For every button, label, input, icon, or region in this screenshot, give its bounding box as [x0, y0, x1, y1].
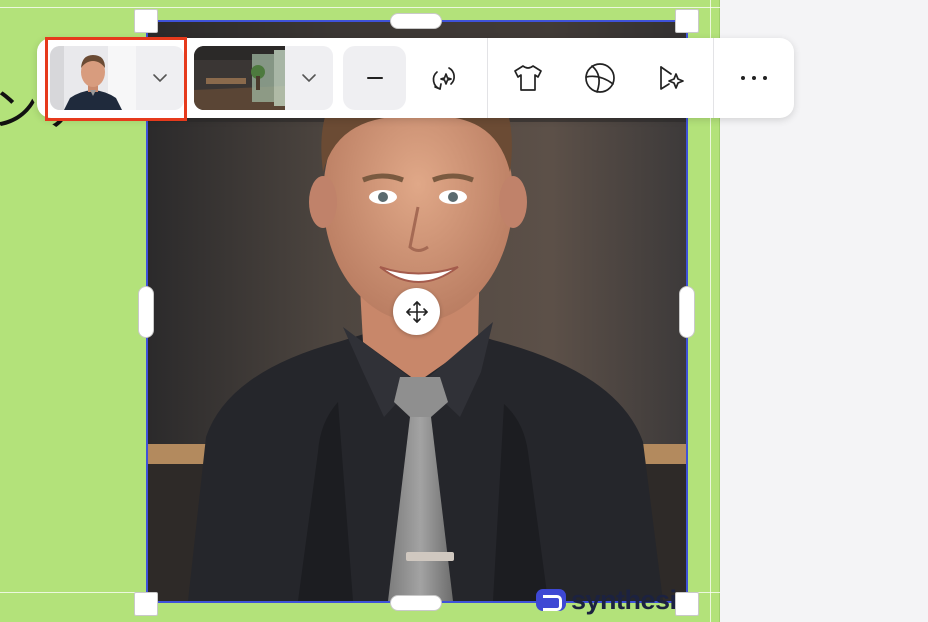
toolbar-divider [713, 38, 714, 118]
resize-handle-bottom-left[interactable] [134, 592, 158, 616]
editor-canvas: ンケ [0, 0, 928, 622]
gesture-sparkle-icon [432, 67, 455, 90]
resize-handle-bottom[interactable] [390, 595, 442, 611]
toolbar-divider [487, 38, 488, 118]
guide-line [0, 7, 720, 8]
clothing-button[interactable] [498, 46, 558, 110]
minus-button[interactable] [343, 46, 406, 110]
animate-sparkle-icon [660, 66, 684, 90]
more-options-button[interactable] [724, 46, 784, 110]
sphere-button[interactable] [570, 46, 630, 110]
avatar-thumbnail[interactable] [50, 46, 136, 110]
minus-icon [366, 77, 383, 79]
animation-button[interactable] [641, 46, 701, 110]
synthesia-logo-icon [536, 589, 566, 611]
synthesia-watermark: synthesi [536, 585, 677, 615]
chevron-down-icon [302, 74, 316, 83]
resize-handle-bottom-right[interactable] [675, 592, 699, 616]
watermark-text: synthesi [571, 584, 677, 615]
background-thumbnail[interactable] [194, 46, 285, 110]
move-handle[interactable] [393, 288, 440, 335]
avatar-dropdown-toggle[interactable] [136, 46, 184, 110]
resize-handle-top-right[interactable] [675, 9, 699, 33]
chevron-down-icon [153, 74, 167, 83]
shirt-icon [514, 65, 542, 91]
avatar-portrait-icon [50, 46, 136, 110]
background-dropdown-toggle[interactable] [285, 46, 333, 110]
avatar-select-dropdown[interactable] [50, 46, 184, 110]
resize-handle-top-left[interactable] [134, 9, 158, 33]
background-select-dropdown[interactable] [194, 46, 333, 110]
gesture-button[interactable] [414, 46, 474, 110]
resize-handle-left[interactable] [138, 286, 154, 338]
office-background-icon [194, 46, 285, 110]
move-arrows-icon [405, 300, 428, 323]
resize-handle-right[interactable] [679, 286, 695, 338]
more-horizontal-icon [741, 76, 767, 80]
sphere-icon [585, 63, 615, 93]
resize-handle-top[interactable] [390, 13, 442, 29]
